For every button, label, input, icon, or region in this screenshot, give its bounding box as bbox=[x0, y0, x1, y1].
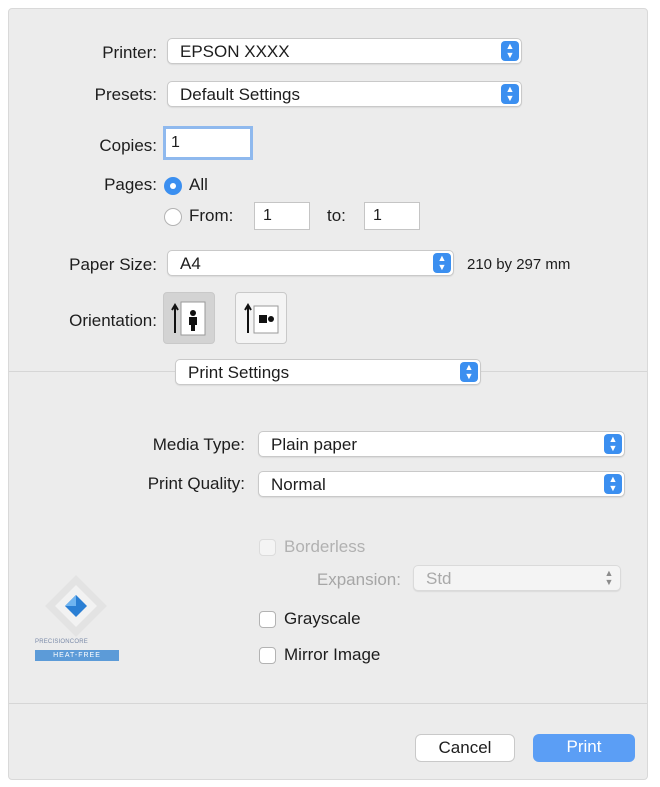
pages-all-radio[interactable] bbox=[164, 177, 182, 195]
mirror-image-label: Mirror Image bbox=[284, 645, 381, 664]
presets-value: Default Settings bbox=[180, 85, 301, 104]
print-quality-label: Print Quality: bbox=[147, 474, 245, 493]
print-button[interactable]: Print bbox=[533, 734, 635, 762]
popup-arrows-icon: ▲ ▼ bbox=[604, 568, 614, 587]
paper-dimensions: 210 by 297 mm bbox=[467, 256, 571, 273]
media-type-popup[interactable]: Plain paper ▲ ▼ bbox=[258, 431, 625, 457]
printer-label: Printer: bbox=[102, 43, 157, 62]
pages-to-label: to: bbox=[327, 206, 346, 225]
pages-all-label: All bbox=[189, 175, 208, 194]
logo-text-line1: PRECISIONCORE bbox=[35, 639, 88, 645]
print-dialog: Printer: EPSON XXXX ▲ ▼ Presets: Default … bbox=[8, 8, 648, 780]
pages-from-label: From: bbox=[189, 206, 234, 225]
orientation-portrait-button[interactable] bbox=[163, 292, 215, 344]
popup-arrows-icon: ▲ ▼ bbox=[604, 474, 622, 494]
orientation-label: Orientation: bbox=[69, 311, 157, 330]
copies-label: Copies: bbox=[99, 136, 157, 155]
cancel-button[interactable]: Cancel bbox=[415, 734, 515, 762]
printer-value: EPSON XXXX bbox=[180, 42, 290, 61]
grayscale-label: Grayscale bbox=[284, 609, 361, 628]
grayscale-checkbox[interactable] bbox=[259, 611, 276, 628]
pages-from-radio[interactable] bbox=[164, 208, 182, 226]
logo-text-line2: HEAT-FREE bbox=[35, 650, 119, 661]
presets-label: Presets: bbox=[94, 85, 157, 104]
expansion-value: Std bbox=[426, 569, 452, 588]
popup-arrows-icon: ▲ ▼ bbox=[604, 434, 622, 454]
popup-arrows-icon: ▲ ▼ bbox=[501, 84, 519, 104]
expansion-label: Expansion: bbox=[316, 570, 401, 589]
landscape-icon bbox=[244, 303, 279, 334]
pages-to-field[interactable]: 1 bbox=[364, 202, 420, 230]
presets-popup[interactable]: Default Settings ▲ ▼ bbox=[167, 81, 522, 107]
print-quality-popup[interactable]: Normal ▲ ▼ bbox=[258, 471, 625, 497]
media-type-label: Media Type: bbox=[152, 435, 245, 454]
popup-arrows-icon: ▲ ▼ bbox=[501, 41, 519, 61]
paper-size-value: A4 bbox=[180, 254, 201, 273]
section-popup[interactable]: Print Settings ▲ ▼ bbox=[175, 359, 481, 385]
borderless-label: Borderless bbox=[284, 537, 366, 556]
pages-from-field[interactable]: 1 bbox=[254, 202, 310, 230]
footer-divider bbox=[9, 703, 647, 704]
paper-size-label: Paper Size: bbox=[69, 255, 157, 274]
printer-popup[interactable]: EPSON XXXX ▲ ▼ bbox=[167, 38, 522, 64]
section-value: Print Settings bbox=[188, 363, 290, 382]
precisioncore-logo: PRECISIONCORE HEAT-FREE bbox=[31, 571, 121, 671]
orientation-landscape-button[interactable] bbox=[235, 292, 287, 344]
portrait-icon bbox=[171, 301, 206, 336]
borderless-checkbox[interactable] bbox=[259, 539, 276, 556]
pages-label: Pages: bbox=[104, 175, 157, 194]
mirror-image-checkbox[interactable] bbox=[259, 647, 276, 664]
popup-arrows-icon: ▲ ▼ bbox=[460, 362, 478, 382]
media-type-value: Plain paper bbox=[271, 435, 358, 454]
popup-arrows-icon: ▲ ▼ bbox=[433, 253, 451, 273]
precisioncore-diamond-icon bbox=[45, 575, 107, 637]
copies-field[interactable]: 1 bbox=[163, 126, 253, 160]
paper-size-popup[interactable]: A4 ▲ ▼ bbox=[167, 250, 454, 276]
expansion-popup[interactable]: Std ▲ ▼ bbox=[413, 565, 621, 591]
print-quality-value: Normal bbox=[271, 475, 326, 494]
